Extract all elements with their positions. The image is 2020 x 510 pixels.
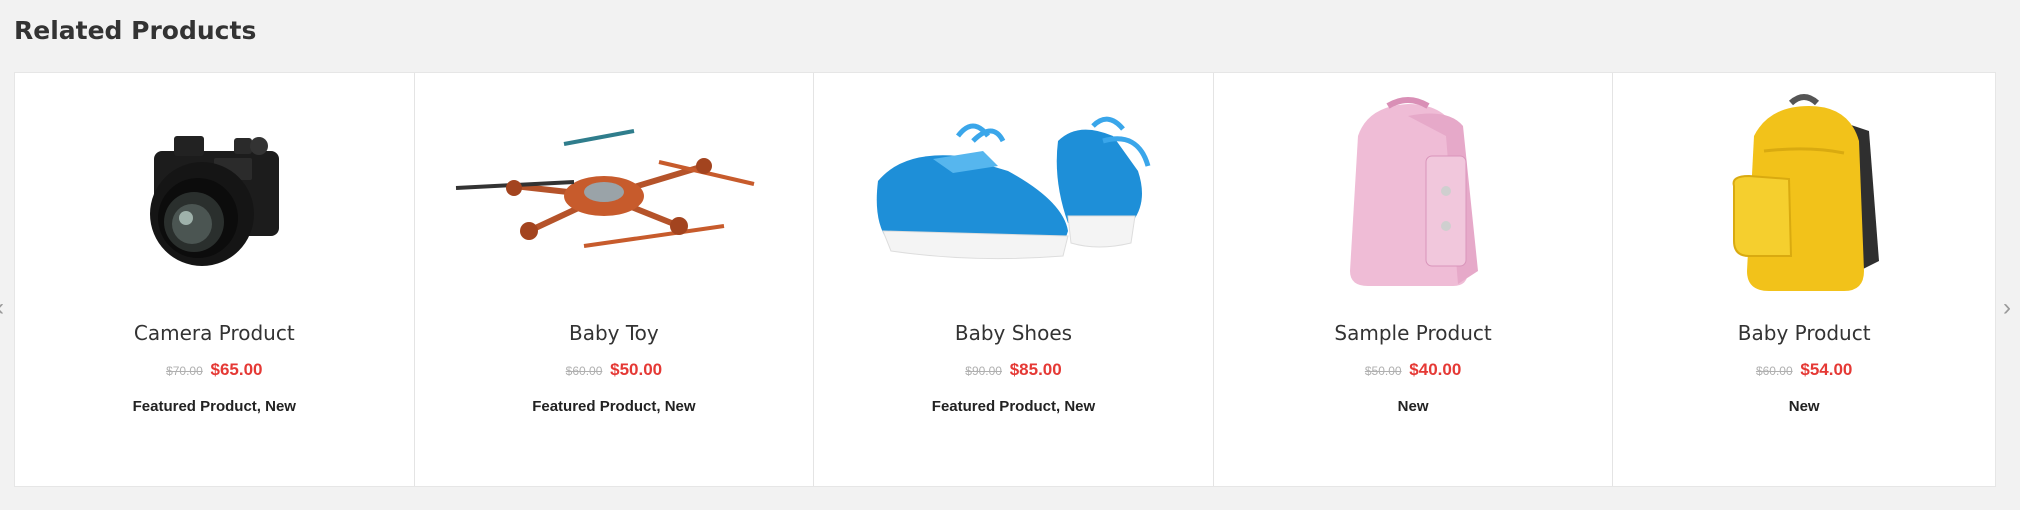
product-price: $90.00 $85.00 xyxy=(814,360,1213,380)
product-card[interactable]: Baby Toy $60.00 $50.00 Featured Product,… xyxy=(415,73,815,486)
carousel-next-arrow[interactable]: › xyxy=(2003,296,2011,320)
product-name[interactable]: Camera Product xyxy=(15,321,414,345)
drone-icon xyxy=(455,128,755,248)
carousel-prev-arrow[interactable]: ‹ xyxy=(0,296,4,320)
old-price: $90.00 xyxy=(965,364,1002,378)
product-price: $70.00 $65.00 xyxy=(15,360,414,380)
product-name[interactable]: Sample Product xyxy=(1214,321,1613,345)
sale-price: $65.00 xyxy=(210,360,263,379)
product-tags[interactable]: New xyxy=(1214,398,1613,415)
sale-price: $40.00 xyxy=(1409,360,1462,379)
product-card[interactable]: Baby Product $60.00 $54.00 New xyxy=(1613,73,1995,486)
section-title: Related Products xyxy=(14,16,257,45)
yellow-backpack-icon xyxy=(1732,93,1880,291)
sale-price: $85.00 xyxy=(1009,360,1062,379)
product-image-link[interactable] xyxy=(814,83,1213,308)
camera-icon xyxy=(150,135,280,266)
pink-backpack-icon xyxy=(1350,96,1479,286)
product-tags[interactable]: Featured Product, New xyxy=(415,398,814,415)
product-price: $60.00 $54.00 xyxy=(1613,360,1995,380)
product-card[interactable]: Sample Product $50.00 $40.00 New xyxy=(1214,73,1614,486)
product-image-link[interactable] xyxy=(415,83,814,308)
old-price: $60.00 xyxy=(1755,364,1793,378)
old-price: $60.00 xyxy=(565,364,603,378)
product-tags[interactable]: Featured Product, New xyxy=(814,398,1213,415)
shoes-icon xyxy=(877,116,1151,259)
product-image-link[interactable] xyxy=(1613,83,1995,308)
product-image-link[interactable] xyxy=(15,83,414,308)
product-name[interactable]: Baby Toy xyxy=(415,321,814,345)
related-products-carousel: Camera Product $70.00 $65.00 Featured Pr… xyxy=(14,72,1996,487)
product-card[interactable]: Baby Shoes $90.00 $85.00 Featured Produc… xyxy=(814,73,1214,486)
old-price: $70.00 xyxy=(166,364,203,378)
product-price: $50.00 $40.00 xyxy=(1214,360,1613,380)
product-tags[interactable]: Featured Product, New xyxy=(15,398,414,415)
product-name[interactable]: Baby Shoes xyxy=(814,321,1213,345)
product-tags[interactable]: New xyxy=(1613,398,1995,415)
product-price: $60.00 $50.00 xyxy=(415,360,814,380)
old-price: $50.00 xyxy=(1364,364,1402,378)
sale-price: $50.00 xyxy=(610,360,663,379)
product-name[interactable]: Baby Product xyxy=(1613,321,1995,345)
sale-price: $54.00 xyxy=(1800,360,1853,379)
product-image-link[interactable] xyxy=(1214,83,1613,308)
product-card[interactable]: Camera Product $70.00 $65.00 Featured Pr… xyxy=(15,73,415,486)
